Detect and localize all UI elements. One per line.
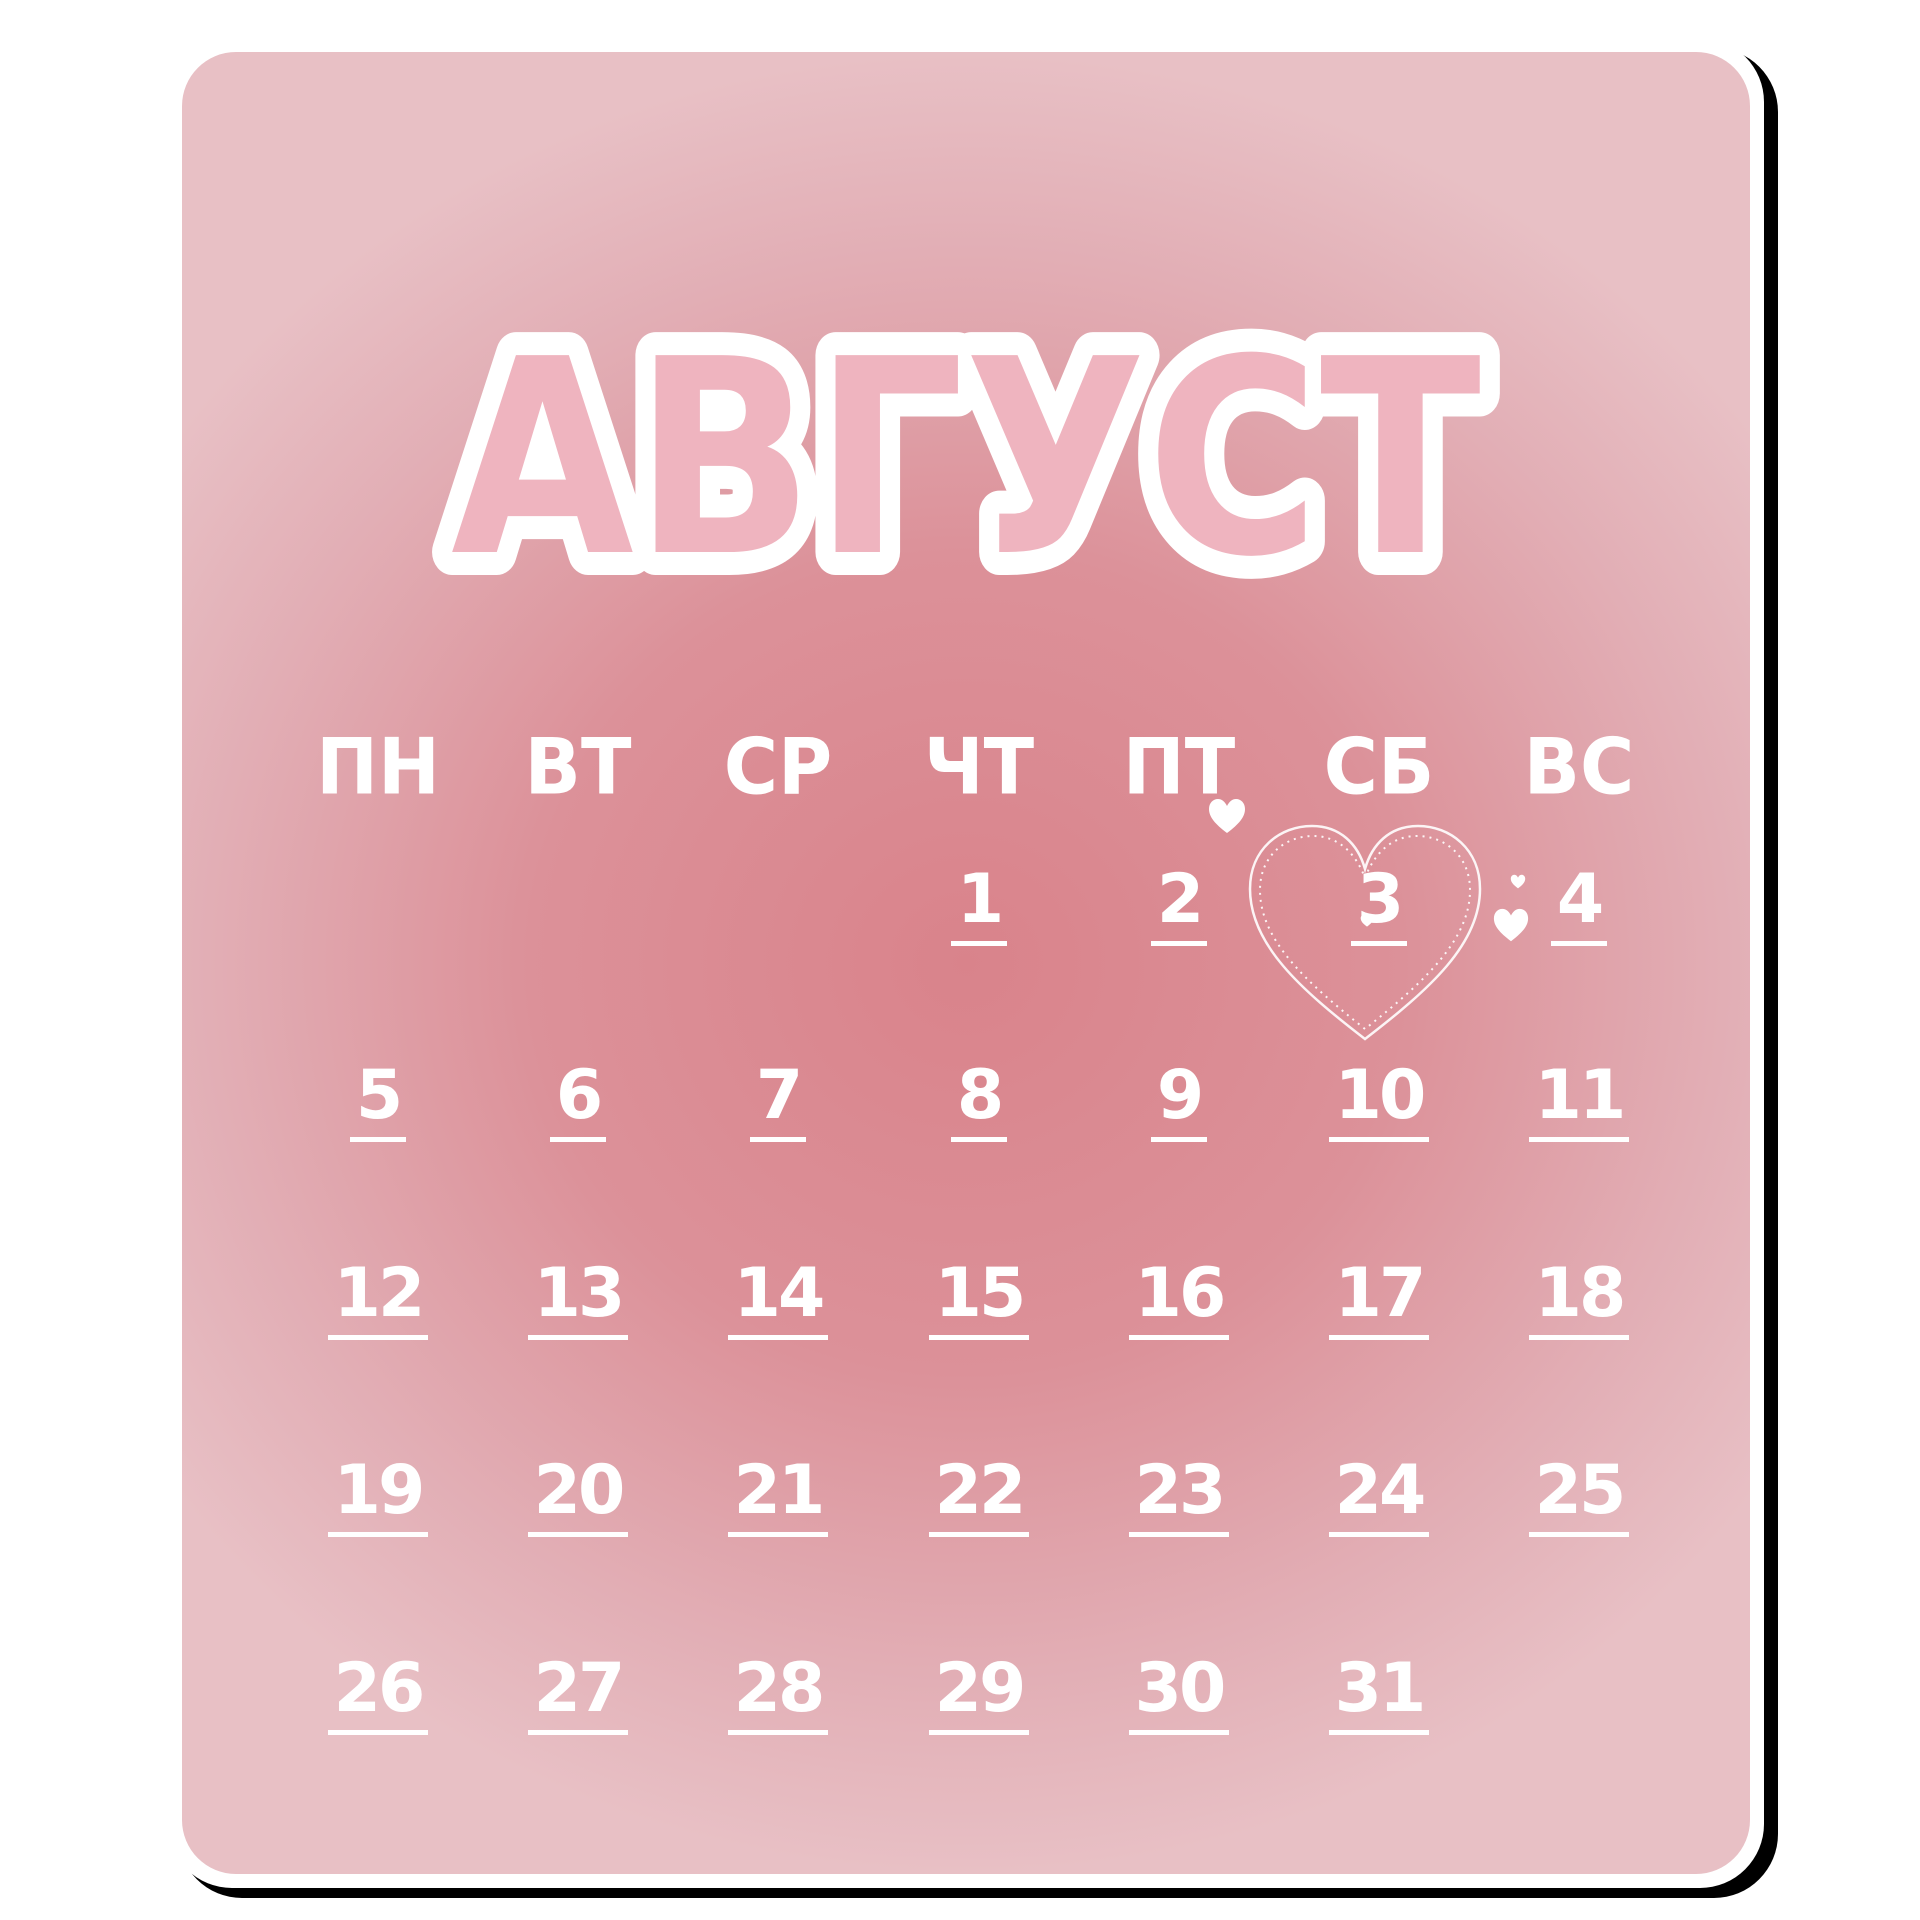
day-number: 5 [349,1055,407,1142]
day-cell[interactable]: 15 [879,1253,1079,1363]
day-number: 10 [1328,1055,1430,1142]
weekday-sat: СБ [1323,721,1435,813]
day-number: 27 [527,1648,629,1735]
day-number: 14 [727,1253,829,1340]
day-number: 1 [950,859,1008,946]
day-cell[interactable]: 29 [879,1648,1079,1758]
day-cell[interactable]: 28 [678,1648,878,1758]
day-number: 2 [1150,859,1208,946]
day-number: 18 [1528,1253,1630,1340]
day-cell[interactable]: 19 [278,1450,478,1560]
day-cell[interactable]: 26 [278,1648,478,1758]
day-cell[interactable]: 10 [1279,1055,1479,1165]
weekday-thu: ЧТ [923,721,1035,813]
day-cell[interactable]: 21 [678,1450,878,1560]
day-cell[interactable]: 22 [879,1450,1079,1560]
day-number: 4 [1550,859,1608,946]
day-cell[interactable]: 31 [1279,1648,1479,1758]
day-number: 26 [327,1648,429,1735]
day-cell[interactable]: 25 [1479,1450,1679,1560]
day-number: 21 [727,1450,829,1537]
day-cell[interactable]: 23 [1079,1450,1279,1560]
day-number: 30 [1128,1648,1230,1735]
day-number: 22 [928,1450,1030,1537]
day-cell[interactable]: 6 [478,1055,678,1165]
day-number: 20 [527,1450,629,1537]
day-cell[interactable]: 20 [478,1450,678,1560]
day-cell[interactable]: 1 [879,859,1079,969]
weekday-header: ПН ВТ СР ЧТ ПТ СБ ВС [182,712,1750,822]
highlighted-day-number: 3 [1350,859,1408,946]
weekday-sun: ВС [1523,721,1635,813]
day-cell[interactable]: 9 [1079,1055,1279,1165]
day-cell[interactable]: 12 [278,1253,478,1363]
day-number: 8 [950,1055,1008,1142]
day-cell[interactable]: 5 [278,1055,478,1165]
day-number: 13 [527,1253,629,1340]
weekday-wed: СР [723,721,833,813]
day-number: 31 [1328,1648,1430,1735]
day-cell[interactable]: 8 [879,1055,1079,1165]
day-cell[interactable]: 4 [1479,859,1679,969]
day-number: 17 [1328,1253,1430,1340]
day-number: 12 [327,1253,429,1340]
weekday-mon: ПН [316,721,440,813]
day-cell[interactable]: 2 [1079,859,1279,969]
month-title: АВГУСТ АВГУСТ [182,278,1750,639]
day-cell[interactable]: 18 [1479,1253,1679,1363]
day-cell[interactable]: 17 [1279,1253,1479,1363]
calendar-card: АВГУСТ АВГУСТ ПН ВТ СР ЧТ ПТ СБ ВС 1 2 3… [168,38,1764,1888]
day-cell[interactable]: 16 [1079,1253,1279,1363]
day-number: 11 [1528,1055,1630,1142]
calendar-background: АВГУСТ АВГУСТ ПН ВТ СР ЧТ ПТ СБ ВС 1 2 3… [182,52,1750,1874]
day-cell[interactable]: 3 [1279,859,1479,969]
day-cell[interactable]: 24 [1279,1450,1479,1560]
day-cell[interactable]: 11 [1479,1055,1679,1165]
day-number: 6 [549,1055,607,1142]
day-number: 23 [1128,1450,1230,1537]
month-title-text: АВГУСТ [451,301,1482,602]
weekday-tue: ВТ [524,721,632,813]
day-cell[interactable]: 13 [478,1253,678,1363]
day-cell[interactable]: 14 [678,1253,878,1363]
month-title-svg: АВГУСТ АВГУСТ [428,278,1505,639]
weekday-fri: ПТ [1122,721,1236,813]
day-number: 19 [327,1450,429,1537]
day-number: 9 [1150,1055,1208,1142]
day-number: 7 [749,1055,807,1142]
day-cell[interactable]: 30 [1079,1648,1279,1758]
day-cell[interactable]: 7 [678,1055,878,1165]
day-cell[interactable]: 27 [478,1648,678,1758]
day-number: 15 [928,1253,1030,1340]
day-number: 16 [1128,1253,1230,1340]
day-number: 24 [1328,1450,1430,1537]
day-number: 29 [928,1648,1030,1735]
day-number: 28 [727,1648,829,1735]
day-number: 25 [1528,1450,1630,1537]
